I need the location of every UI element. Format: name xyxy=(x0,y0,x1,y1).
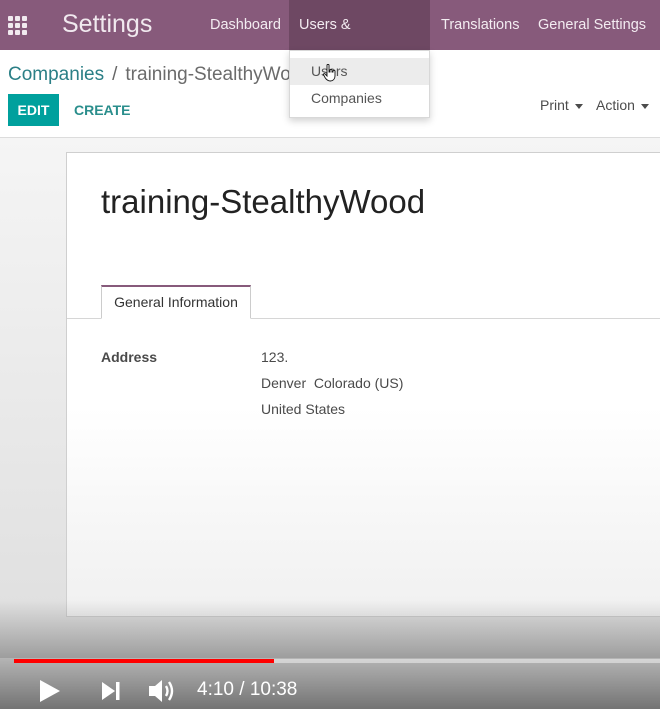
caret-down-icon xyxy=(640,103,649,109)
volume-icon[interactable] xyxy=(147,677,179,705)
hand-cursor-icon xyxy=(323,64,336,82)
play-icon[interactable] xyxy=(38,679,62,703)
breadcrumb-current: training-StealthyWo xyxy=(125,64,291,85)
nav-general-settings[interactable]: General Settings xyxy=(528,0,656,50)
edit-button[interactable]: EDIT xyxy=(8,94,59,126)
address-line-2: Denver Colorado (US) xyxy=(261,375,404,391)
record-title: training-StealthyWood xyxy=(101,183,426,220)
breadcrumb-companies-link[interactable]: Companies xyxy=(8,64,104,85)
action-label: Action xyxy=(596,97,635,113)
create-button[interactable]: CREATE xyxy=(74,102,131,118)
caret-down-icon xyxy=(574,103,583,109)
tab-general-information[interactable]: General Information xyxy=(101,285,251,319)
action-dropdown[interactable]: Action xyxy=(596,97,649,113)
top-navbar: Settings Dashboard Users & Companies Tra… xyxy=(0,0,660,83)
address-line-1: 123. xyxy=(261,349,289,365)
print-dropdown[interactable]: Print xyxy=(540,97,583,113)
dropdown-item-companies[interactable]: Companies xyxy=(290,85,429,112)
address-label: Address xyxy=(101,349,158,365)
video-progress-fill xyxy=(14,659,274,663)
address-line-3: United States xyxy=(261,401,346,417)
video-progress-bar[interactable] xyxy=(14,659,660,663)
nav-users-companies[interactable]: Users & Companies xyxy=(289,0,430,83)
users-companies-dropdown: Users Companies xyxy=(289,50,430,118)
dropdown-item-users[interactable]: Users xyxy=(290,58,429,85)
nav-dashboard[interactable]: Dashboard xyxy=(200,0,291,50)
app-title: Settings xyxy=(62,10,153,38)
breadcrumb-separator: / xyxy=(112,64,118,85)
print-label: Print xyxy=(540,97,569,113)
nav-translations[interactable]: Translations xyxy=(431,0,529,50)
video-time: 4:10 / 10:38 xyxy=(197,679,298,700)
breadcrumb: Companies / training-StealthyWo xyxy=(8,64,291,86)
next-icon[interactable] xyxy=(99,680,123,702)
apps-menu-icon[interactable] xyxy=(8,16,28,35)
